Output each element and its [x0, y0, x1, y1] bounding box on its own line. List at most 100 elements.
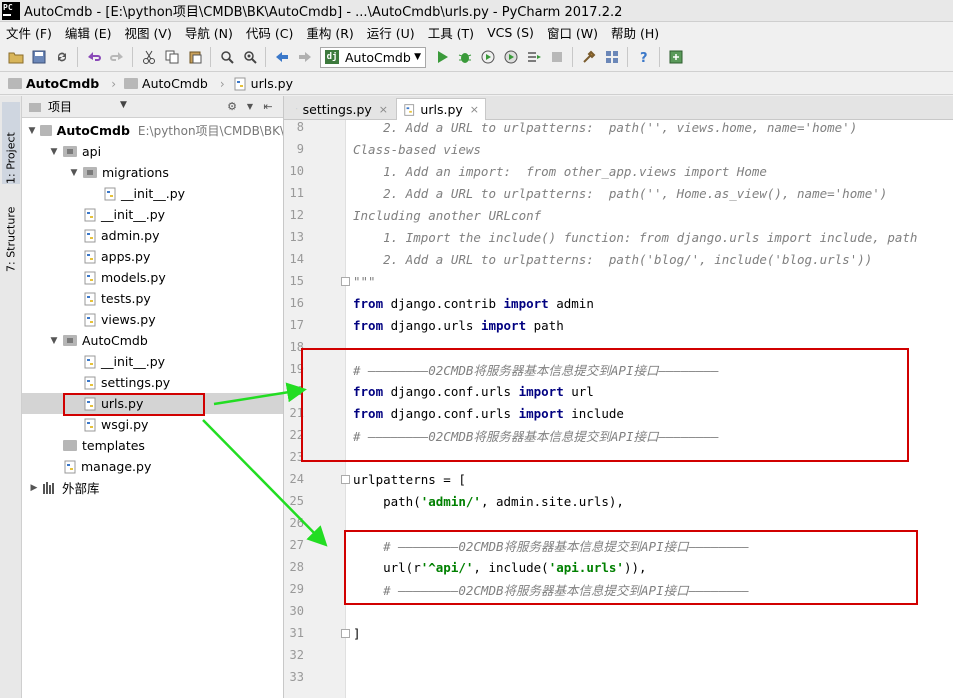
- editor-tab[interactable]: urls.py ×: [396, 98, 486, 120]
- coverage-icon[interactable]: [479, 48, 497, 66]
- tree-file-item[interactable]: __init__.py: [22, 183, 283, 204]
- menu-item[interactable]: 重构 (R): [306, 23, 353, 42]
- window-title: AutoCmdb - [E:\python项目\CMDB\BK\AutoCmdb…: [24, 5, 623, 20]
- tree-file-item[interactable]: views.py: [22, 309, 283, 330]
- debug-icon[interactable]: [456, 48, 474, 66]
- tree-folder-item[interactable]: ▼ AutoCmdb E:\python项目\CMDB\BK\: [22, 120, 284, 141]
- project-root-path: E:\python项目\CMDB\BK\: [137, 124, 284, 138]
- replace-icon[interactable]: [241, 48, 259, 66]
- profile-icon[interactable]: [502, 48, 520, 66]
- chevron-down-icon[interactable]: ▼: [243, 99, 257, 113]
- fold-marker-icon[interactable]: [341, 628, 350, 638]
- code-line: 13 1. Import the include() function: fro…: [284, 226, 953, 248]
- code-token: from: [353, 295, 384, 311]
- paste-icon[interactable]: [186, 48, 204, 66]
- menu-item[interactable]: 文件 (F): [6, 23, 52, 42]
- project-structure-icon[interactable]: [603, 48, 621, 66]
- concurrency-icon[interactable]: [525, 48, 543, 66]
- code-line: 14 2. Add a URL to urlpatterns: path('bl…: [284, 248, 953, 270]
- menu-item[interactable]: 工具 (T): [428, 23, 474, 42]
- tree-file-item[interactable]: tests.py: [22, 288, 283, 309]
- help-icon[interactable]: ?: [635, 48, 653, 66]
- fold-marker-icon[interactable]: [341, 276, 350, 286]
- chevron-down-icon[interactable]: ▼: [68, 168, 80, 178]
- run-configuration-select[interactable]: dj AutoCmdb ▼: [320, 46, 426, 68]
- menu-item[interactable]: VCS (S): [487, 25, 534, 40]
- menu-item[interactable]: 代码 (C): [246, 23, 293, 42]
- hide-panel-icon[interactable]: ⇤: [261, 99, 275, 113]
- tree-file-item[interactable]: __init__.py: [22, 351, 283, 372]
- tree-file-item[interactable]: __init__.py: [22, 204, 283, 225]
- vcs-update-icon[interactable]: [667, 48, 685, 66]
- breadcrumb-item-project[interactable]: AutoCmdb: [8, 76, 99, 91]
- tab-structure-tool-window[interactable]: 7: Structure: [2, 192, 20, 272]
- tree-item-label: settings.py: [101, 375, 171, 390]
- tree-file-item[interactable]: settings.py: [22, 372, 283, 393]
- menu-item[interactable]: 导航 (N): [185, 23, 233, 42]
- python-file-icon: [84, 250, 96, 263]
- menu-item[interactable]: 视图 (V): [125, 23, 172, 42]
- save-icon[interactable]: [30, 48, 48, 66]
- menu-item[interactable]: 运行 (U): [367, 23, 415, 42]
- cut-icon[interactable]: [140, 48, 158, 66]
- line-number: 26: [289, 516, 304, 530]
- close-icon[interactable]: ×: [379, 103, 388, 116]
- fold-marker-icon[interactable]: [341, 474, 350, 484]
- back-icon[interactable]: [273, 48, 291, 66]
- forward-icon[interactable]: [296, 48, 314, 66]
- close-icon[interactable]: ×: [470, 103, 479, 116]
- view-selector-chevron-icon[interactable]: ▼: [120, 100, 127, 110]
- code-text: 1. Add an import: from other_app.views i…: [353, 164, 767, 179]
- tree-folder-item[interactable]: ▼ api: [22, 141, 283, 162]
- settings-icon[interactable]: [580, 48, 598, 66]
- open-folder-icon[interactable]: [7, 48, 25, 66]
- code-line: 25 path('admin/', admin.site.urls),: [284, 490, 953, 512]
- svg-text:?: ?: [640, 51, 648, 64]
- breadcrumb-item-file[interactable]: urls.py: [233, 76, 293, 91]
- run-icon[interactable]: [433, 48, 451, 66]
- python-file-icon: [404, 103, 415, 116]
- menu-bar: 文件 (F) 编辑 (E) 视图 (V) 导航 (N) 代码 (C) 重构 (R) 运行 (…: [0, 22, 953, 42]
- chevron-down-icon[interactable]: ▼: [48, 336, 60, 346]
- chevron-down-icon[interactable]: ▼: [48, 147, 60, 157]
- tree-folder-item[interactable]: ▼ AutoCmdb: [22, 330, 283, 351]
- menu-item[interactable]: 窗口 (W): [547, 23, 598, 42]
- tree-file-item[interactable]: admin.py: [22, 225, 283, 246]
- editor-tab[interactable]: settings.py ×: [290, 98, 394, 120]
- gear-icon[interactable]: ⚙: [225, 99, 239, 113]
- tree-file-item[interactable]: manage.py: [22, 456, 283, 477]
- line-number: 25: [289, 494, 304, 508]
- chevron-right-icon[interactable]: ▶: [28, 483, 40, 493]
- highlight-box-project-file: [63, 393, 205, 416]
- find-icon[interactable]: [218, 48, 236, 66]
- menu-item[interactable]: 帮助 (H): [611, 23, 659, 42]
- project-panel-title[interactable]: 项目: [48, 98, 72, 115]
- tree-folder-item[interactable]: templates: [22, 435, 283, 456]
- sync-icon[interactable]: [53, 48, 71, 66]
- redo-icon[interactable]: [108, 48, 126, 66]
- tree-folder-item[interactable]: ▼ migrations: [22, 162, 283, 183]
- code-line: 17 from django.urls import path: [284, 314, 953, 336]
- code-text: path('admin/', admin.site.urls),: [353, 494, 624, 509]
- tab-project-tool-window[interactable]: 1: Project: [2, 102, 20, 184]
- tree-file-item[interactable]: models.py: [22, 267, 283, 288]
- tree-file-item[interactable]: wsgi.py: [22, 414, 283, 435]
- tree-file-item[interactable]: apps.py: [22, 246, 283, 267]
- breadcrumb-item-package[interactable]: AutoCmdb: [124, 76, 208, 91]
- highlight-box-urlpattern: [344, 530, 918, 605]
- tree-item-label: wsgi.py: [101, 417, 149, 432]
- menu-item[interactable]: 编辑 (E): [65, 23, 112, 42]
- code-line: 12 Including another URLconf: [284, 204, 953, 226]
- code-line: 32: [284, 644, 953, 666]
- editor-tab-label: urls.py: [420, 102, 463, 117]
- chevron-down-icon[interactable]: ▼: [27, 126, 37, 136]
- copy-icon[interactable]: [163, 48, 181, 66]
- undo-icon[interactable]: [85, 48, 103, 66]
- editor-tabs: settings.py × urls.py ×: [284, 96, 953, 120]
- line-number: 10: [289, 164, 304, 178]
- code-token: ]: [353, 625, 361, 641]
- code-text: Class-based views: [353, 142, 481, 157]
- code-token: urlpatterns = [: [353, 471, 466, 487]
- tree-folder-item[interactable]: ▶ 外部库: [22, 477, 283, 498]
- stop-icon[interactable]: [548, 48, 566, 66]
